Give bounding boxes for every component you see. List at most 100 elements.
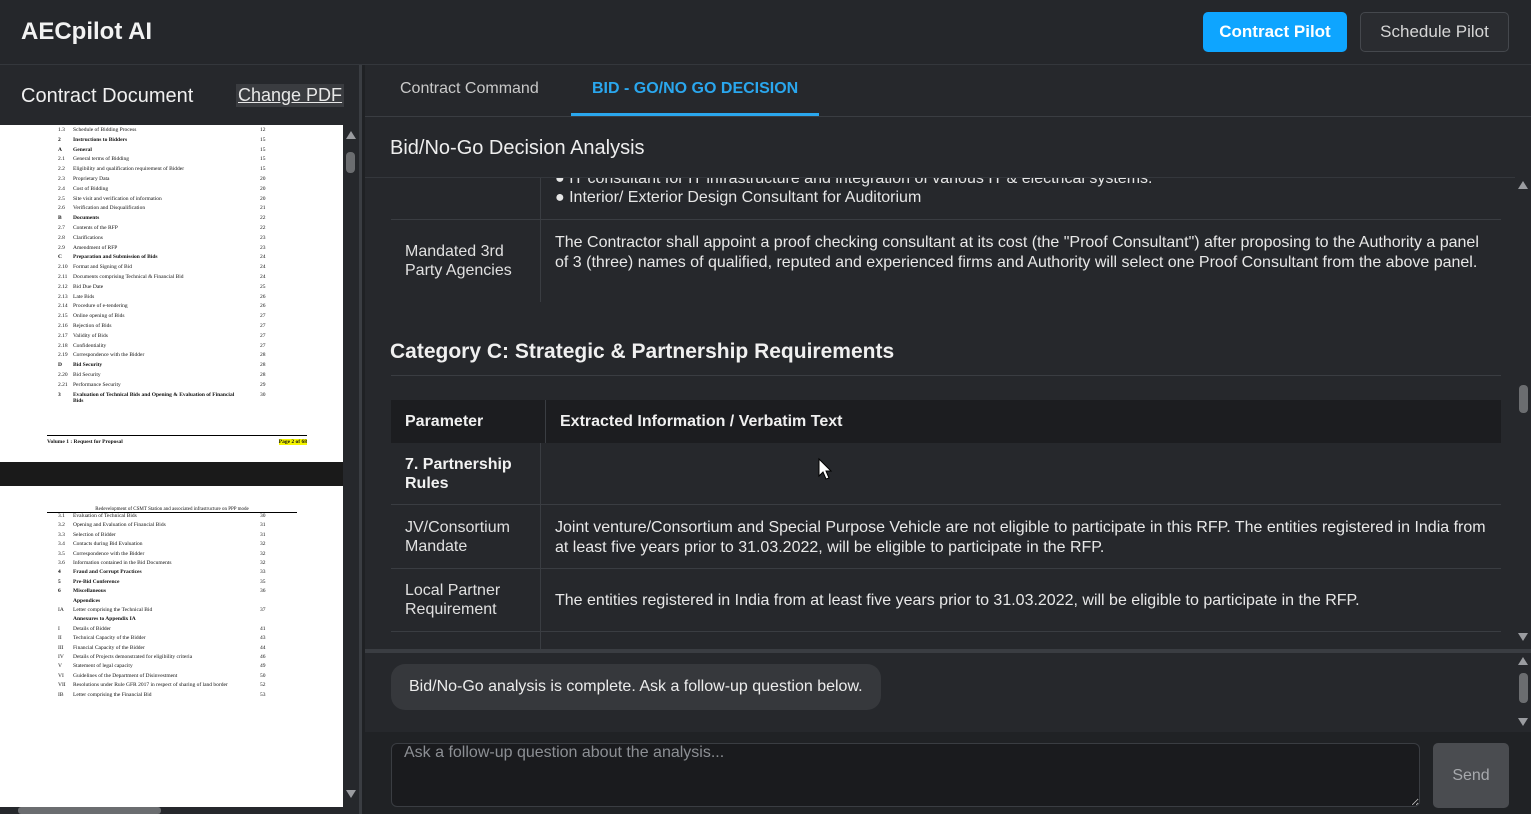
tab-contract-command[interactable]: Contract Command [400, 80, 539, 98]
scroll-down-arrow-icon[interactable] [346, 790, 356, 798]
toc-entry-label: Correspondence with the Bidder [73, 352, 145, 359]
toc-entry-label: Verification and Disqualification [73, 205, 146, 212]
pdf-hscroll-thumb[interactable] [18, 807, 161, 814]
scroll-down-arrow-icon[interactable] [1518, 633, 1528, 641]
bullet-item: ● Interior/ Exterior Design Consultant f… [555, 189, 922, 206]
toc-entry-label: Clarifications [73, 234, 103, 241]
toc-entry-label: Schedule of Bidding Process [73, 127, 137, 133]
toc-entry-page: 41 [260, 625, 266, 632]
follow-up-question-input[interactable] [391, 743, 1420, 807]
pdf-scroll-thumb[interactable] [346, 152, 355, 173]
toc-entry-page: 50 [260, 672, 266, 679]
toc-entry-label: Evaluation of Technical Bids and Opening… [73, 391, 235, 404]
toc-entry-label: Statement of legal capacity [73, 663, 133, 670]
pdf-vertical-scrollbar[interactable] [343, 125, 359, 807]
toc-entry-label: Details of Bidder [73, 625, 111, 632]
toc-entry-page: 30 [260, 391, 266, 398]
toc-entry-number: 2.18 [58, 342, 68, 349]
pdf-viewer[interactable]: 1.3 Schedule of Bidding Process 12 2 Instruc… [0, 125, 343, 807]
toc-entry-number: 5 [58, 578, 61, 585]
toc-entry-label: Pre-Bid Conference [73, 578, 120, 585]
input-bar: Send [365, 732, 1531, 814]
toc-entry-page: 52 [260, 682, 266, 689]
toc-entry-number: 4 [58, 569, 61, 576]
pdf-footer-page: Page 2 of 68 [278, 439, 307, 445]
analysis-content[interactable]: ● IT consultant for IT infrastructure an… [365, 177, 1515, 649]
active-tab-indicator [571, 113, 819, 116]
toc-entry-label: Eligibility and qualification requiremen… [73, 166, 185, 173]
app-title: AECpilot AI [21, 18, 153, 45]
toc-entry-label: Information contained in the Bid Documen… [73, 560, 172, 566]
toc-entry-number: 2.1 [58, 156, 65, 163]
toc-entry-number: 2.5 [58, 195, 65, 202]
toc-entry-label: Letter comprising the Technical Bid [73, 607, 153, 613]
pdf-horizontal-scrollbar[interactable] [0, 807, 343, 814]
toc-entry-label: Contents of the RFP [73, 225, 118, 231]
toc-entry-page: 29 [260, 381, 266, 388]
scroll-up-arrow-icon[interactable] [346, 131, 356, 139]
toc-entry-label: Site visit and verification of informati… [73, 195, 162, 202]
toc-entry-label: Online opening of Bids [73, 313, 125, 320]
toc-entry-label: Format and Signing of Bid [73, 264, 132, 271]
toc-entry-label: Preparation and Submission of Bids [73, 254, 158, 261]
toc-entry-number: 2.2 [58, 166, 65, 173]
verbatim-text-cell: The Contractor shall appoint a proof che… [555, 234, 1479, 271]
table-header: Parameter Extracted Information / Verbat… [391, 400, 1501, 443]
scroll-up-arrow-icon[interactable] [1518, 181, 1528, 189]
contract-document-panel: Contract Document Change PDF 1.3 Schedule… [0, 65, 362, 814]
toc-entry-page: 28 [260, 372, 266, 378]
mouse-cursor-icon [818, 457, 833, 480]
toc-entry-page: 20 [260, 176, 266, 182]
toc-entry-page: 15 [260, 146, 266, 153]
toc-entry-page: 43 [260, 635, 266, 642]
scroll-down-arrow-icon[interactable] [1518, 718, 1528, 726]
toc-entry-number: 3.1 [58, 513, 65, 519]
toc-entry-page: 20 [260, 185, 266, 192]
scroll-up-arrow-icon[interactable] [1518, 657, 1528, 665]
toc-entry-number: 2.10 [58, 264, 68, 271]
toc-entry-page: 15 [260, 166, 266, 173]
toc-entry-label: Validity of Bids [73, 332, 108, 339]
toc-entry-page: 37 [260, 607, 266, 613]
main-panel: Contract Command BID - GO/NO GO DECISION… [365, 65, 1531, 814]
analysis-scrollbar[interactable] [1515, 177, 1531, 649]
toc-entry-number: 2.21 [58, 381, 68, 388]
toc-entry-label: Resolutions under Rule GFR 2017 in respe… [73, 682, 228, 689]
toc-entry-page: 24 [260, 274, 266, 280]
toc-entry-label: Late Bids [73, 293, 95, 300]
toc-entry-page: 35 [260, 578, 266, 585]
row-divider [391, 219, 1501, 220]
toc-entry-number: 2.4 [58, 185, 65, 192]
schedule-pilot-button[interactable]: Schedule Pilot [1360, 12, 1509, 52]
toc-entry-page: 27 [260, 342, 266, 349]
toc-entry-number: 3.4 [58, 541, 65, 548]
contract-pilot-button[interactable]: Contract Pilot [1203, 12, 1347, 52]
change-pdf-link[interactable]: Change PDF [236, 84, 345, 107]
toc-entry-page: 24 [260, 264, 266, 271]
column-header-parameter: Parameter [405, 413, 484, 430]
toc-entry-number: 3.3 [58, 531, 65, 538]
toc-entry-page: 21 [260, 205, 266, 212]
toc-entry-number: 2.16 [58, 323, 68, 329]
toc-entry-label: Procedure of e-tendering [73, 303, 128, 310]
parameter-cell: JV/Consortium Mandate [405, 519, 510, 555]
toc-entry-page: 44 [260, 644, 266, 651]
toc-entry-page: 27 [260, 323, 266, 329]
toc-entry-number: 2.8 [58, 234, 65, 241]
toc-entry-number: I [58, 625, 60, 632]
chat-scroll-thumb[interactable] [1519, 673, 1528, 703]
chat-area: Bid/No-Go analysis is complete. Ask a fo… [365, 653, 1515, 732]
tab-bid-go-no-go[interactable]: BID - GO/NO GO DECISION [592, 80, 798, 98]
toc-entry-label: Proprietary Data [73, 176, 110, 182]
toc-entry-label: Annexures to Appendix IA [73, 616, 136, 623]
analysis-scroll-thumb[interactable] [1519, 385, 1528, 413]
toc-entry-number: 3 [58, 391, 61, 398]
toc-entry-page: 24 [260, 254, 266, 261]
toc-entry-number: VI [58, 672, 64, 679]
chat-scrollbar[interactable] [1515, 653, 1531, 732]
toc-entry-page: 22 [260, 225, 266, 231]
toc-entry-page: 49 [260, 663, 266, 670]
send-button[interactable]: Send [1433, 743, 1509, 808]
toc-entry-number: 3.2 [58, 522, 65, 529]
toc-entry-label: General terms of Bidding [73, 156, 130, 163]
